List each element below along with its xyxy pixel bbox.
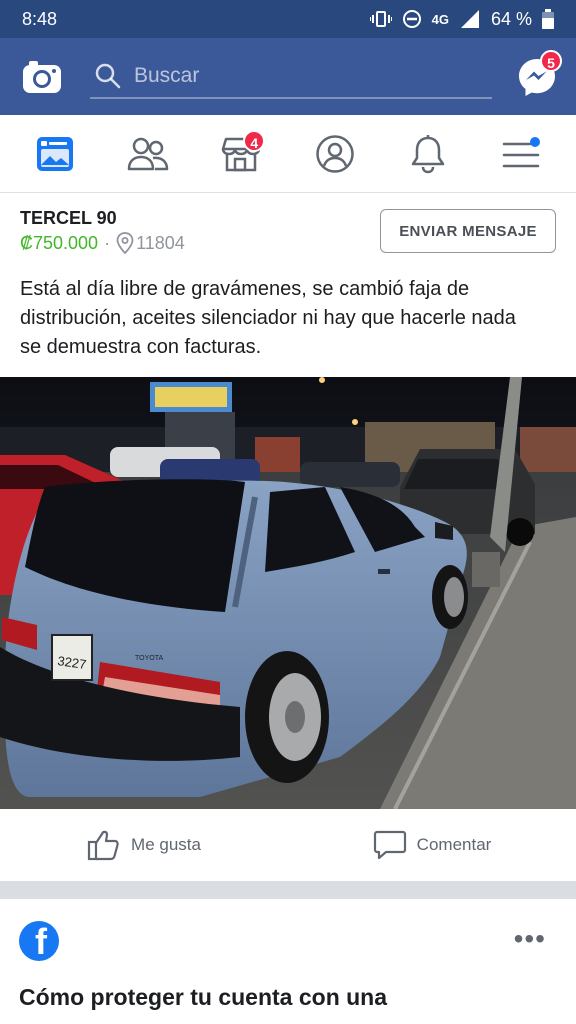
next-post-title: Cómo proteger tu cuenta con una xyxy=(19,984,388,1010)
feed-separator xyxy=(0,881,576,899)
menu-icon xyxy=(503,136,541,167)
search-bar[interactable] xyxy=(90,55,492,99)
status-time: 8:48 xyxy=(22,8,58,29)
tab-bar: 4 xyxy=(0,115,576,193)
location-pin-icon xyxy=(116,232,134,254)
app-header: 5 xyxy=(0,38,576,115)
marketplace-badge: 4 xyxy=(243,129,266,152)
camera-icon[interactable] xyxy=(22,59,62,95)
battery-percent: 64 % xyxy=(490,8,532,29)
listing-meta: ₡750.000 · 11804 xyxy=(20,232,185,254)
listing-description: Está al día libre de gravámenes, se camb… xyxy=(20,278,516,358)
profile-icon xyxy=(315,134,354,173)
like-button[interactable]: Me gusta xyxy=(0,828,288,862)
more-options-icon[interactable]: ••• xyxy=(514,925,546,953)
car-brand: TOYOTA xyxy=(135,655,163,662)
status-icons: 4G 64 % xyxy=(369,8,554,30)
comment-button[interactable]: Comentar xyxy=(288,828,576,862)
thumbs-up-icon xyxy=(87,830,119,861)
listing-title: TERCEL 90 xyxy=(20,208,117,228)
do-not-disturb-icon xyxy=(402,10,421,28)
next-post: f ••• Cómo proteger tu cuenta con una xyxy=(0,899,576,1024)
like-label: Me gusta xyxy=(131,835,201,854)
messenger-button[interactable]: 5 xyxy=(516,50,562,103)
send-message-button[interactable]: ENVIAR MENSAJE xyxy=(380,209,556,253)
tab-menu[interactable] xyxy=(493,126,549,182)
facebook-logo-icon[interactable]: f xyxy=(19,921,59,961)
tab-friends[interactable] xyxy=(120,126,176,182)
meta-separator: · xyxy=(104,232,111,253)
vibrate-icon xyxy=(369,11,392,27)
news-feed-icon xyxy=(36,136,73,171)
friends-icon xyxy=(127,137,169,170)
post-actions: Me gusta Comentar xyxy=(0,809,576,881)
search-input[interactable] xyxy=(134,63,474,88)
listing-location: 11804 xyxy=(136,232,185,253)
status-bar: 8:48 4G 64 % xyxy=(0,0,576,38)
signal-icon xyxy=(460,10,479,28)
listing-price: ₡750.000 xyxy=(20,232,99,253)
bell-icon xyxy=(411,134,445,173)
battery-icon xyxy=(542,9,554,29)
listing-header: TERCEL 90 ₡750.000 · 11804 ENVIAR MENSAJ… xyxy=(0,194,576,264)
search-icon xyxy=(95,63,121,88)
listing-photo[interactable]: 3227 TOYOTA xyxy=(0,377,576,809)
messenger-badge: 5 xyxy=(540,50,562,72)
tab-news-feed[interactable] xyxy=(27,126,83,182)
tab-notifications[interactable] xyxy=(400,126,456,182)
network-type: 4G xyxy=(431,11,449,27)
tab-profile[interactable] xyxy=(307,126,363,182)
car-photo: 3227 TOYOTA xyxy=(0,377,576,809)
tab-marketplace[interactable]: 4 xyxy=(213,126,269,182)
comment-icon xyxy=(373,830,406,860)
comment-label: Comentar xyxy=(416,835,492,854)
